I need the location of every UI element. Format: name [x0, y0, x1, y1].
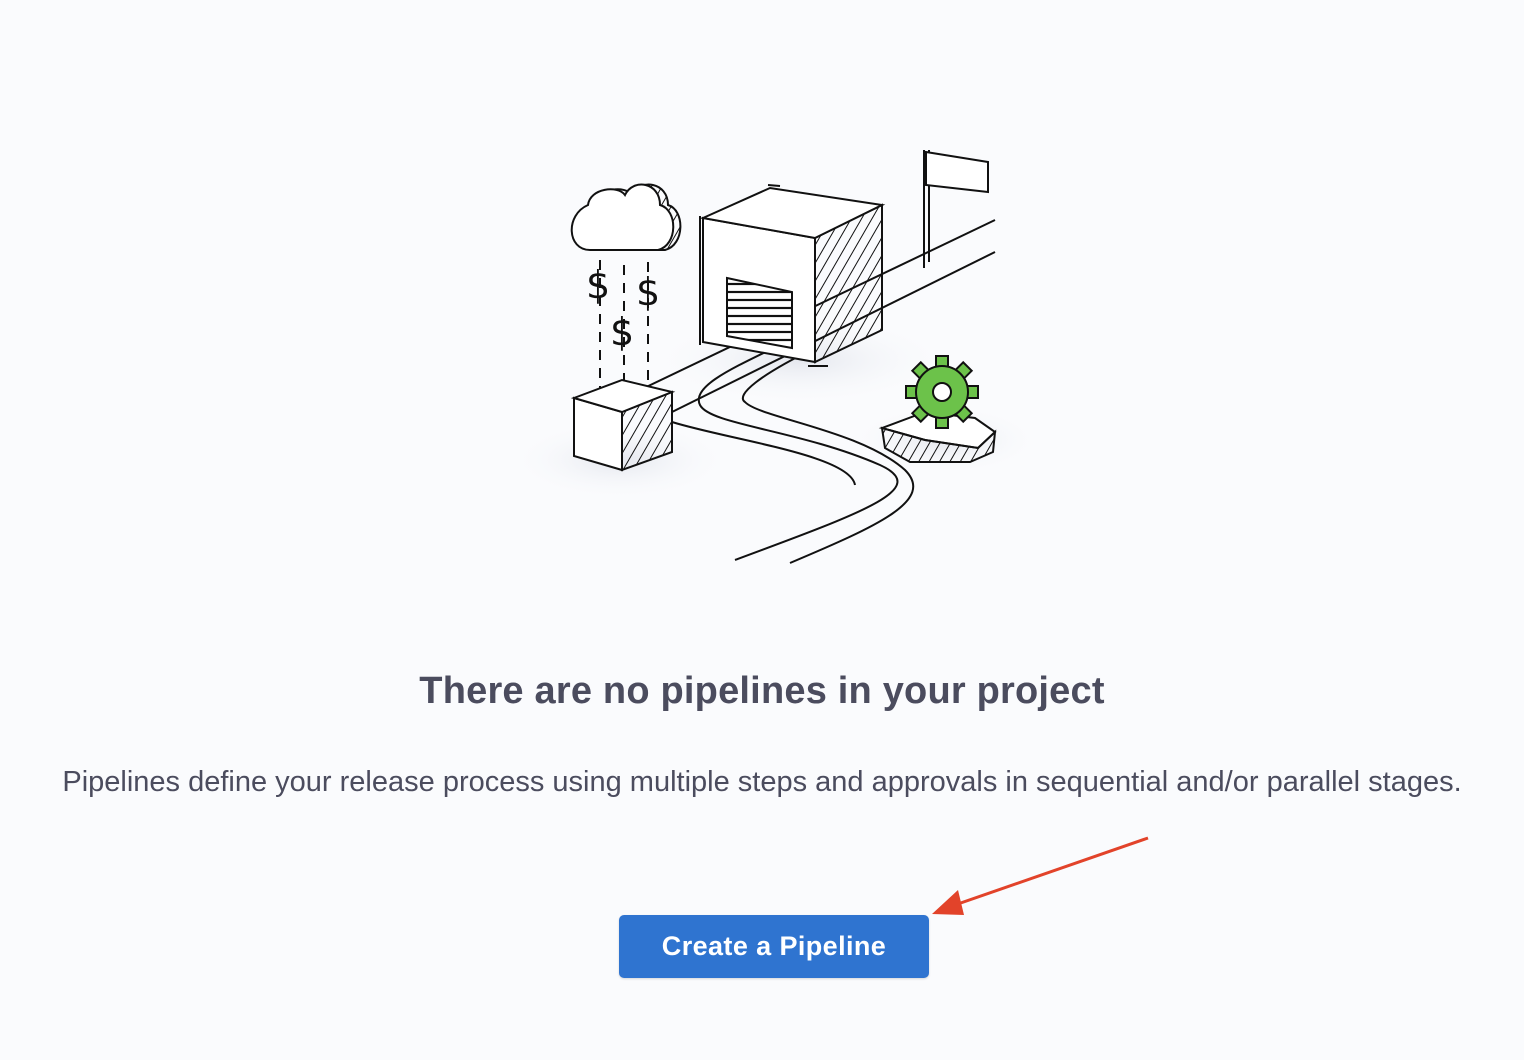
gear-icon [905, 355, 979, 429]
source-box [570, 378, 676, 472]
dollar-sign-2: $ [636, 270, 660, 314]
empty-state-description: Pipelines define your release process us… [62, 766, 1462, 798]
create-pipeline-button[interactable]: Create a Pipeline [619, 915, 929, 978]
empty-pipelines-page: $ $ $ There are no pipelines in your pro… [0, 0, 1524, 1060]
building [699, 184, 886, 367]
pipeline-illustration: $ $ $ [510, 150, 1040, 564]
dollar-sign-1: $ [586, 263, 610, 307]
dollar-sign-3: $ [610, 310, 634, 354]
cloud-icon [570, 183, 682, 251]
empty-state-title: There are no pipelines in your project [419, 670, 1105, 712]
